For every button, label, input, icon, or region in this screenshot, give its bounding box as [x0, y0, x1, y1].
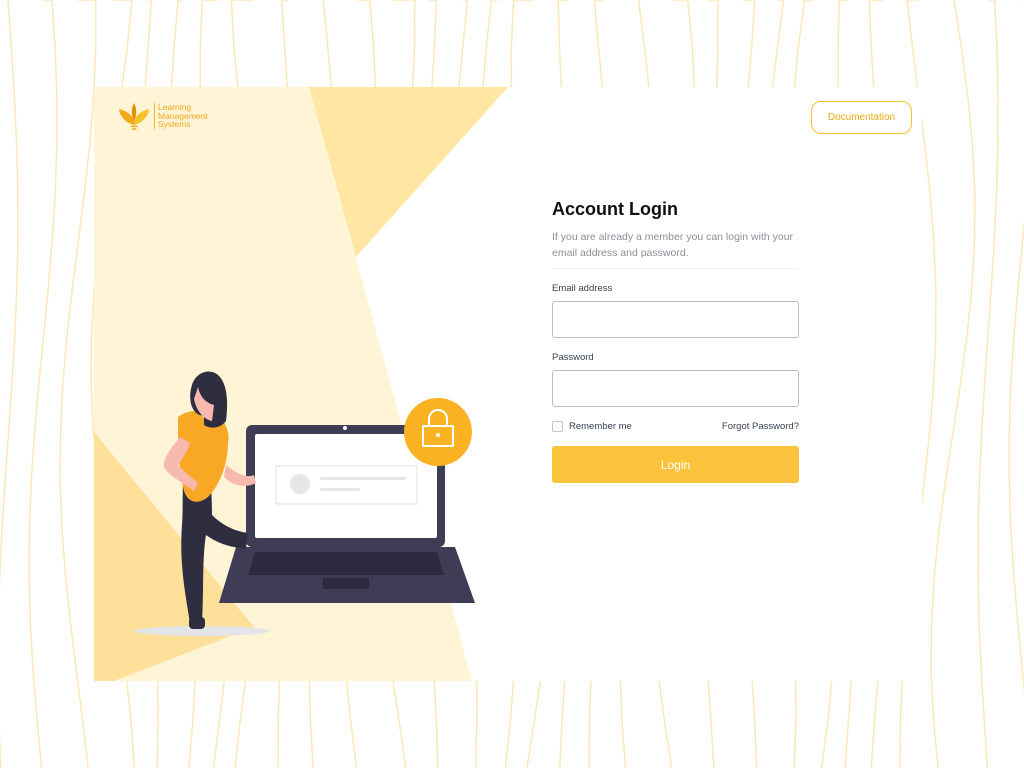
lock-icon — [404, 398, 472, 466]
brand-name-line3: Systems — [158, 119, 191, 130]
forgot-password-link[interactable]: Forgot Password? — [722, 421, 799, 432]
login-form: Account Login If you are already a membe… — [552, 199, 799, 483]
password-label: Password — [552, 352, 594, 363]
background-line — [0, 0, 19, 768]
password-field[interactable] — [552, 370, 799, 407]
divider — [552, 268, 799, 269]
leaf-bulb-icon — [119, 103, 149, 130]
remember-me-checkbox[interactable] — [552, 421, 563, 432]
login-title: Account Login — [552, 199, 678, 219]
background-line — [1008, 0, 1024, 695]
login-card: Learning Management Systems Documentatio… — [94, 87, 922, 681]
login-button[interactable]: Login — [552, 446, 799, 483]
remember-me-label: Remember me — [569, 421, 632, 432]
brand-logo[interactable]: Learning Management Systems — [118, 101, 208, 131]
background-line — [977, 0, 999, 768]
background-line — [59, 0, 97, 768]
documentation-button[interactable]: Documentation — [811, 101, 912, 134]
illustration-panel — [94, 87, 508, 681]
brand-name: Learning Management Systems — [154, 103, 208, 129]
remember-me[interactable]: Remember me — [552, 421, 632, 432]
email-label: Email address — [552, 283, 613, 294]
background-line — [28, 0, 58, 768]
login-options: Remember me Forgot Password? — [552, 421, 799, 432]
background-line — [930, 0, 976, 768]
email-field[interactable] — [552, 301, 799, 338]
login-subtitle: If you are already a member you can logi… — [552, 231, 794, 259]
